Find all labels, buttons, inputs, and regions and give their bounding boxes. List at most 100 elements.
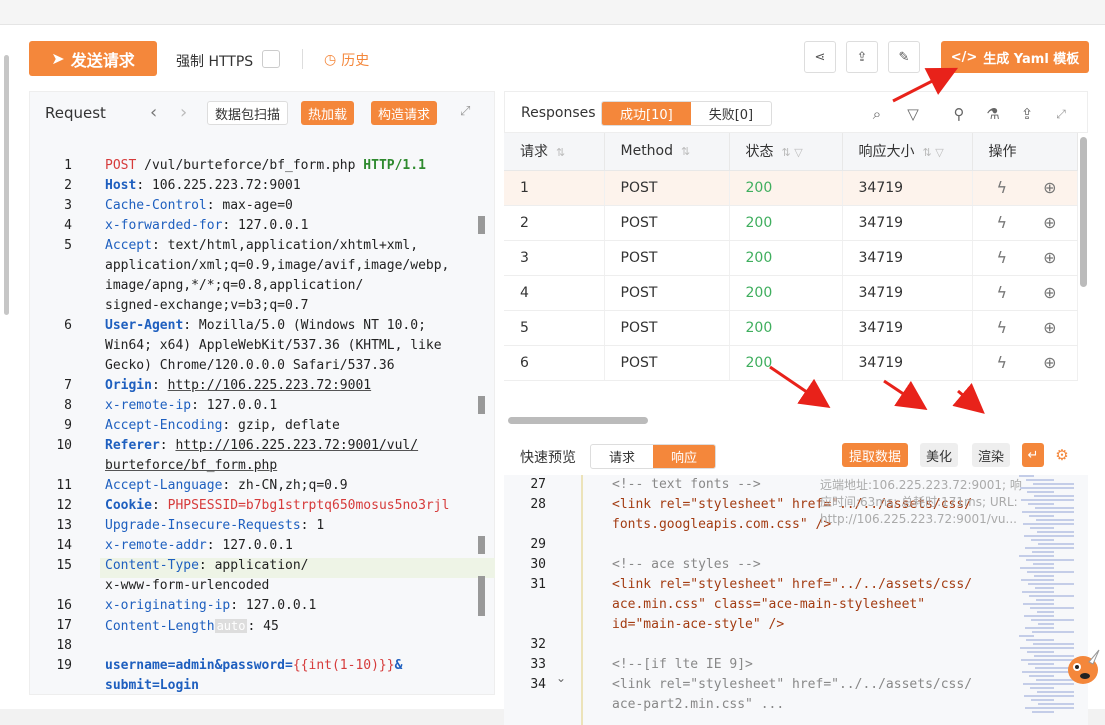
- bolt-icon[interactable]: ϟ: [997, 178, 1008, 197]
- table-scrollbar[interactable]: [1080, 137, 1087, 287]
- code-token: {{int(1-10)}}: [292, 658, 395, 673]
- code-line: ace-part2.min.css" ...: [612, 697, 785, 712]
- code-token: PHPSESSID: [167, 498, 239, 513]
- responses-table: 请求 ⇅ Method ⇅ 状态 ⇅ ▽ 响应大小 ⇅ ▽ 操作 1 POST 200 347…: [504, 133, 1078, 381]
- table-row[interactable]: 5 POST 200 34719 ϟ ⊕: [504, 310, 1078, 346]
- cell-method: POST: [604, 205, 730, 241]
- arrow-circle-icon[interactable]: ⊕: [1043, 178, 1056, 197]
- response-editor[interactable]: 27 <!-- text fonts --> 28 <link rel="styles…: [504, 475, 1088, 725]
- code-token: Gecko) Chrome/120.0.0.0 Safari/537.36: [105, 358, 395, 373]
- bolt-icon[interactable]: ϟ: [997, 213, 1008, 232]
- bolt-icon[interactable]: ϟ: [997, 318, 1008, 337]
- table-row[interactable]: 1 POST 200 34719 ϟ ⊕: [504, 170, 1078, 206]
- tab-response[interactable]: 响应: [653, 445, 716, 468]
- tab-success[interactable]: 成功[10]: [602, 102, 691, 125]
- page-scrollbar[interactable]: [4, 55, 9, 315]
- col-method[interactable]: Method ⇅: [604, 133, 730, 171]
- bolt-icon[interactable]: ϟ: [997, 283, 1008, 302]
- extract-data-button[interactable]: 提取数据: [842, 443, 909, 467]
- code-line: username=admin&password={{int(1-10)}}&: [105, 656, 402, 676]
- send-request-button[interactable]: ➤ 发送请求: [29, 41, 157, 76]
- arrow-circle-icon[interactable]: ⊕: [1043, 318, 1056, 337]
- minimap-line: [1025, 627, 1054, 629]
- arrow-circle-icon[interactable]: ⊕: [1043, 353, 1056, 372]
- chevron-right-icon[interactable]: ›: [180, 102, 187, 123]
- tab-fail[interactable]: 失败[0]: [691, 102, 771, 125]
- minimap-line: [1019, 555, 1054, 557]
- share-button[interactable]: ⋖: [804, 41, 836, 73]
- col-label: 状态: [745, 144, 774, 161]
- sort-icon[interactable]: ⇅ ▽: [923, 146, 944, 159]
- history-button[interactable]: ◷ 历史: [324, 50, 369, 70]
- export-button[interactable]: ⇪: [846, 41, 878, 73]
- cell-actions: ϟ ⊕: [972, 240, 1078, 276]
- responses-panel: Responses 成功[10] 失败[0] ⌕ ▽ ⚲ ⚗ ⇪ ⤢ 请求 ⇅ M…: [504, 91, 1088, 725]
- edit-button[interactable]: ✎: [888, 41, 920, 73]
- code-token: x-originating-ip: [105, 598, 231, 613]
- cell-id: 6: [504, 345, 605, 381]
- generate-yaml-button[interactable]: </> 生成 Yaml 模板: [941, 41, 1089, 73]
- arrow-circle-icon[interactable]: ⊕: [1043, 213, 1056, 232]
- minimap-line: [1031, 619, 1074, 621]
- table-row[interactable]: 3 POST 200 34719 ϟ ⊕: [504, 240, 1078, 276]
- minimap-line: [1032, 631, 1074, 633]
- minimap-line: [1021, 579, 1054, 581]
- code-token: : gzip, deflate: [222, 418, 340, 433]
- code-token: x-remote-addr: [105, 538, 207, 553]
- code-token: :: [151, 378, 168, 393]
- bolt-icon[interactable]: ϟ: [997, 353, 1008, 372]
- minimap-line: [1032, 711, 1054, 713]
- upload-icon[interactable]: ⇪: [1013, 101, 1041, 127]
- cell-size: 34719: [842, 275, 973, 311]
- chevron-left-icon[interactable]: ‹: [150, 102, 157, 123]
- plugin-icon[interactable]: ⚲: [945, 101, 973, 127]
- cell-status: 200: [729, 310, 843, 346]
- code-line: <!-- text fonts -->: [612, 477, 761, 492]
- table-row[interactable]: 6 POST 200 34719 ϟ ⊕: [504, 345, 1078, 381]
- fold-icon[interactable]: ⌄: [556, 671, 566, 685]
- code-token: Accept: [105, 238, 152, 253]
- sort-icon[interactable]: ⇅: [556, 146, 565, 159]
- expand-icon[interactable]: ⤢: [460, 104, 470, 119]
- minimap-line: [1027, 651, 1054, 653]
- code-token: POST: [105, 158, 137, 173]
- code-line: Gecko) Chrome/120.0.0.0 Safari/537.36: [105, 356, 395, 376]
- minimap-line: [1033, 483, 1074, 485]
- sort-icon[interactable]: ⇅ ▽: [782, 146, 803, 159]
- arrow-circle-icon[interactable]: ⊕: [1043, 248, 1056, 267]
- line-number: 10: [56, 438, 72, 453]
- https-checkbox[interactable]: [262, 50, 280, 68]
- filter-icon[interactable]: ▽: [899, 101, 927, 127]
- minimap-line: [1034, 495, 1074, 497]
- table-hscrollbar[interactable]: [508, 417, 648, 424]
- settings-icon[interactable]: ⚙: [1048, 442, 1076, 468]
- wrap-toggle[interactable]: ↵: [1022, 443, 1044, 467]
- col-label: 请求: [520, 144, 548, 161]
- hotload-button[interactable]: 热加载: [301, 101, 355, 125]
- sort-icon[interactable]: ⇅: [681, 145, 690, 158]
- code-token: Win64; x64) AppleWebKit/537.36 (KHTML, l…: [105, 338, 442, 353]
- packet-scan-button[interactable]: 数据包扫描: [207, 101, 289, 125]
- render-button[interactable]: 渲染: [972, 443, 1011, 467]
- code-token: Host: [105, 178, 137, 193]
- expand-icon[interactable]: ⤢: [1047, 101, 1075, 127]
- code-token: username=admin&password=: [105, 658, 293, 673]
- tab-request[interactable]: 请求: [591, 445, 653, 468]
- cell-id: 3: [504, 240, 605, 276]
- clock-icon: ◷: [324, 52, 337, 68]
- bolt-icon[interactable]: ϟ: [997, 248, 1008, 267]
- table-row[interactable]: 4 POST 200 34719 ϟ ⊕: [504, 275, 1078, 311]
- responses-title: Responses: [521, 105, 596, 121]
- col-size[interactable]: 响应大小 ⇅ ▽: [842, 133, 973, 171]
- beautify-button[interactable]: 美化: [920, 443, 959, 467]
- minimap-line: [1037, 531, 1074, 533]
- arrow-circle-icon[interactable]: ⊕: [1043, 283, 1056, 302]
- search-icon[interactable]: ⌕: [863, 101, 891, 127]
- flask-icon[interactable]: ⚗: [979, 101, 1007, 127]
- table-row[interactable]: 2 POST 200 34719 ϟ ⊕: [504, 205, 1078, 241]
- col-status[interactable]: 状态 ⇅ ▽: [729, 133, 843, 171]
- col-request[interactable]: 请求 ⇅: [504, 133, 605, 171]
- construct-request-button[interactable]: 构造请求: [371, 101, 438, 125]
- minimap-line: [1022, 591, 1054, 593]
- minimap-line: [1032, 551, 1054, 553]
